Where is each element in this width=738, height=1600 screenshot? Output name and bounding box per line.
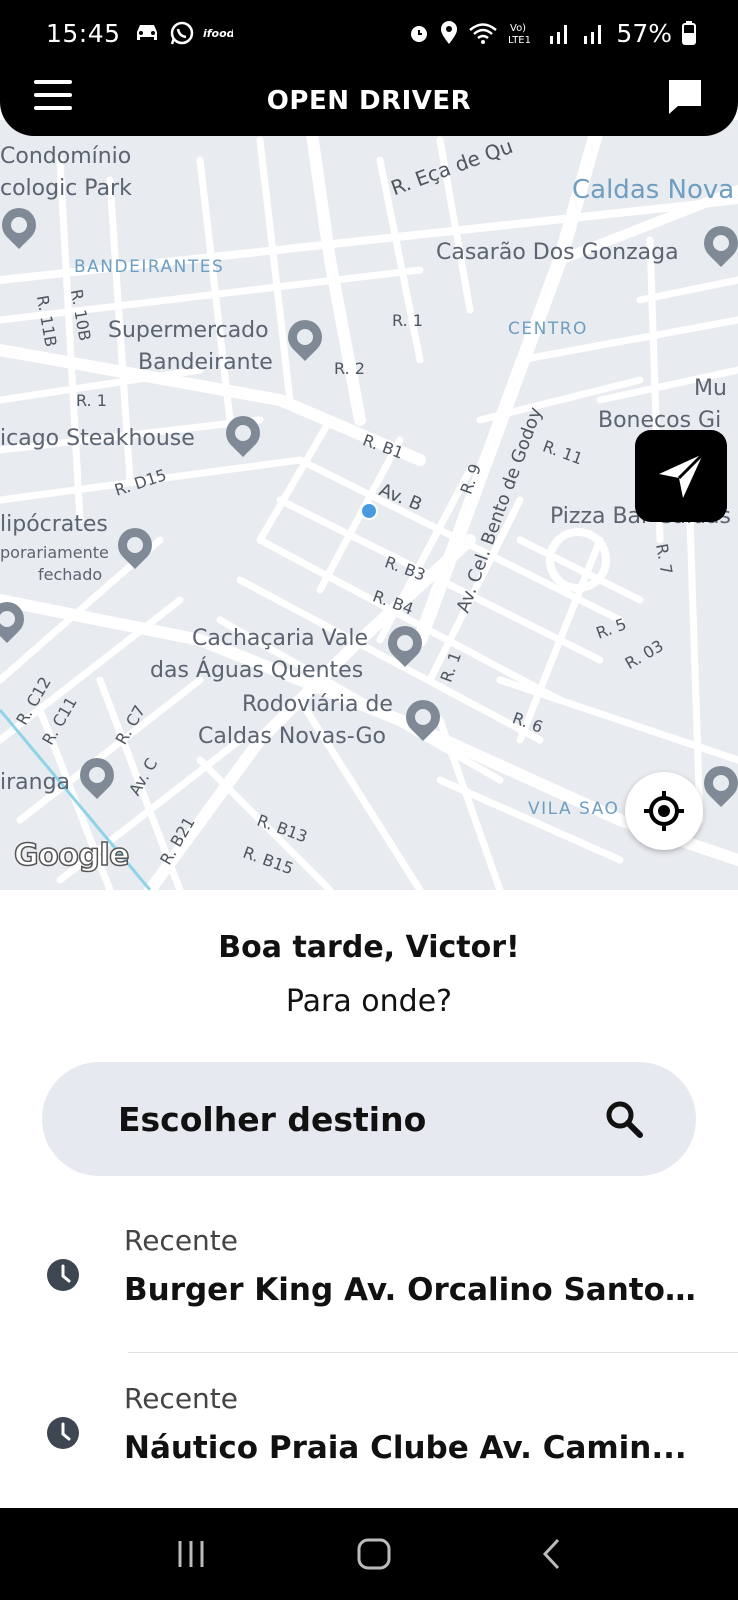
greeting-text: Boa tarde, Victor! [218, 930, 520, 965]
google-logo: Google [13, 837, 130, 874]
car-icon [136, 25, 157, 40]
alarm-icon [411, 26, 428, 42]
menu-icon-line [34, 106, 72, 110]
battery-icon [682, 21, 696, 45]
map[interactable]: Condomínio cologic Park R. Eça de Qu Cal… [0, 120, 738, 890]
poi-label: Mu [694, 376, 727, 401]
poi-label: Bandeirante [138, 350, 273, 375]
street-label: R. 1 [76, 391, 107, 410]
ifood-icon: ifood [203, 27, 233, 40]
menu-icon-line [34, 93, 72, 97]
chat-icon[interactable] [666, 78, 704, 118]
signal-icon [584, 25, 602, 44]
back-icon[interactable] [540, 1537, 564, 1571]
crosshair-icon [644, 791, 684, 831]
poi-label: das Águas Quentes [150, 658, 364, 683]
district-label: BANDEIRANTES [74, 257, 225, 277]
street-label: R. 7 [652, 542, 677, 576]
system-nav-bar [0, 1508, 738, 1600]
status-bar: 15:45 ifood Vo) LTE1 57% [0, 0, 738, 66]
search-placeholder: Escolher destino [118, 1099, 427, 1139]
location-icon [441, 21, 458, 44]
app-bar: OPEN DRIVER [0, 66, 738, 136]
poi-label: Casarão Dos Gonzaga [436, 240, 679, 265]
current-location-dot [360, 502, 378, 520]
recent-place-name: Burger King Av. Orcalino Santos,... [124, 1272, 704, 1308]
recent-destination-item[interactable]: Recente Náutico Praia Clube Av. Camin... [0, 1360, 738, 1500]
menu-icon [34, 80, 72, 84]
notification-icons: ifood [133, 20, 233, 46]
navigate-button[interactable] [635, 430, 727, 522]
street-label: R. 1 [392, 311, 423, 330]
poi-label: Cachaçaria Vale [192, 626, 369, 651]
whatsapp-icon [170, 21, 193, 45]
divider [128, 1352, 738, 1353]
clock-icon [47, 1417, 79, 1449]
recent-place-name: Náutico Praia Clube Av. Camin... [124, 1430, 687, 1466]
signal-icon [550, 25, 568, 44]
recent-destination-item[interactable]: Recente Burger King Av. Orcalino Santos,… [0, 1202, 738, 1342]
poi-label: fechado [38, 565, 103, 584]
system-icons: Vo) LTE1 57% [408, 19, 696, 48]
poi-label: Supermercado [108, 318, 269, 343]
svg-text:LTE1: LTE1 [508, 35, 531, 45]
district-label: VILA SAO [528, 799, 620, 819]
destination-search-field[interactable]: Escolher destino [42, 1062, 696, 1176]
my-location-button[interactable] [625, 772, 703, 850]
recent-label: Recente [124, 1224, 238, 1257]
recent-apps-icon[interactable] [174, 1539, 208, 1569]
svg-text:Vo): Vo) [510, 23, 526, 34]
street-label: R. 2 [334, 359, 365, 378]
map-label: Condomínio [0, 144, 132, 169]
svg-text:ifood: ifood [203, 27, 233, 40]
wifi-icon [469, 23, 498, 44]
question-text: Para onde? [285, 984, 453, 1019]
district-label: CENTRO [508, 319, 588, 339]
search-icon[interactable] [604, 1099, 644, 1139]
poi-label: icago Steakhouse [0, 426, 195, 451]
poi-label: iranga [0, 770, 71, 795]
city-label: Caldas Nova [572, 175, 735, 205]
screen: 15:45 ifood Vo) LTE1 57% OPEN DRIVER Con… [0, 0, 738, 1600]
navigation-arrow-icon [659, 452, 705, 498]
poi-label: Rodoviária de [242, 692, 393, 717]
battery-percent: 57% [616, 18, 672, 48]
poi-label: Caldas Novas-Go [198, 724, 386, 749]
volte-icon: Vo)LTE1 [508, 23, 531, 45]
clock-icon [47, 1259, 79, 1291]
recent-label: Recente [124, 1382, 238, 1415]
destination-sheet: Boa tarde, Victor! Para onde? Escolher d… [0, 890, 738, 1508]
home-icon[interactable] [356, 1537, 392, 1571]
poi-label: porariamente [0, 543, 109, 562]
app-title: OPEN DRIVER [266, 86, 472, 116]
map-label: cologic Park [0, 176, 132, 201]
poi-label: lipócrates [0, 512, 108, 537]
menu-button[interactable] [34, 80, 72, 114]
status-time: 15:45 [46, 18, 121, 48]
